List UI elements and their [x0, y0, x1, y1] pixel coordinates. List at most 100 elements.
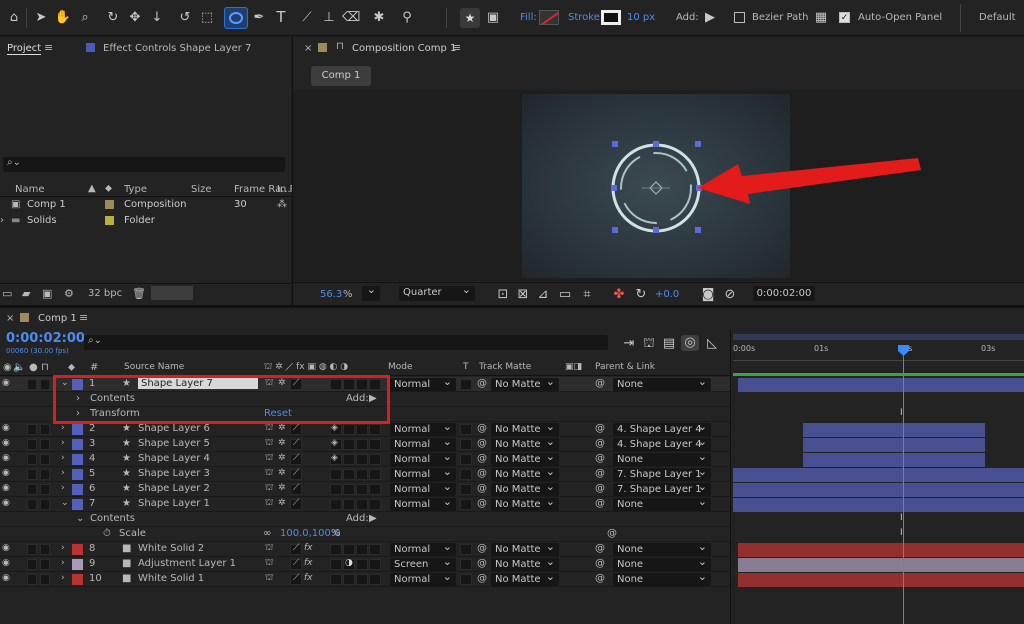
parent-dropdown[interactable]: 4. Shape Layer 4 [613, 420, 711, 436]
fill-swatch[interactable] [539, 10, 559, 25]
lock-switch[interactable] [40, 484, 50, 495]
motion-blur-switch[interactable]: ◑ [343, 558, 355, 570]
collapse-switch-icon[interactable]: ✲ [278, 438, 286, 448]
chevron-right-icon[interactable]: › [61, 573, 65, 583]
preserve-transparency-switch[interactable] [460, 439, 472, 450]
parent-dropdown[interactable]: 7. Shape Layer 1 [613, 480, 711, 496]
label-tag-icon[interactable]: ⬥ [105, 183, 112, 194]
parent-pickwhip-icon[interactable]: @ [595, 423, 605, 434]
visibility-eye-icon[interactable]: ◉ [2, 558, 10, 568]
snapshot-icon[interactable]: ◙ [699, 288, 717, 302]
new-comp-icon[interactable]: ▣ [42, 287, 52, 300]
layer-label-color[interactable] [72, 499, 83, 510]
lock-switch[interactable] [40, 469, 50, 480]
motion-blur-switch[interactable] [343, 424, 355, 435]
motion-blur-switch[interactable] [343, 439, 355, 450]
pickwhip-icon[interactable]: @ [477, 453, 487, 464]
layer-row[interactable]: ◉ › 9 ■ Adjustment Layer 1 ⛫ ⟋ fx ◑ Scre… [0, 555, 730, 572]
layer-name[interactable]: Shape Layer 2 [138, 483, 210, 494]
bpc-button[interactable]: 32 bpc [88, 288, 122, 299]
add-play-icon[interactable]: ▶ [701, 11, 719, 25]
layer-name[interactable]: White Solid 2 [138, 543, 204, 554]
quality-switch[interactable]: ⟋ [290, 558, 302, 570]
zoom-value[interactable]: 56.3 [320, 289, 342, 300]
adjustment-switch[interactable] [356, 559, 368, 570]
fx-icon[interactable]: fx [304, 543, 313, 553]
layer-name[interactable]: Shape Layer 1 [138, 498, 210, 509]
adjustment-switch[interactable] [356, 484, 368, 495]
visibility-eye-icon[interactable]: ◉ [2, 498, 10, 508]
shy-switch-icon[interactable]: ⛫ [265, 498, 273, 509]
layer-row[interactable]: ◉ › 10 ■ White Solid 1 ⛫ ⟋ fx Normal @ N… [0, 570, 730, 587]
timeline-timecode[interactable]: 0:00:02:00 [6, 331, 85, 346]
track-matte-dropdown[interactable]: No Matte [491, 495, 559, 511]
quality-switch[interactable]: ⟋ [290, 453, 302, 465]
project-search-input[interactable]: ⌕⌄ [3, 157, 285, 172]
collapse-switch-icon[interactable]: ✲ [278, 453, 286, 463]
layer-duration-bar[interactable] [733, 468, 1024, 482]
motion-blur-switch[interactable] [343, 484, 355, 495]
audio-icon[interactable]: 🔈 [13, 362, 25, 373]
preserve-transparency-switch[interactable] [460, 424, 472, 435]
flowchart-icon[interactable]: ⁂ [277, 199, 287, 210]
fast-previews-icon[interactable]: ⊡ [494, 288, 512, 302]
preserve-transparency-switch[interactable] [460, 484, 472, 495]
frame-blend-switch[interactable]: ◈ [330, 453, 342, 465]
close-icon[interactable]: × [304, 43, 312, 54]
lock-switch[interactable] [40, 574, 50, 585]
parent-dropdown[interactable]: None [613, 540, 711, 556]
visibility-eye-icon[interactable]: ◉ [2, 483, 10, 493]
lock-icon[interactable]: ⊓ [336, 41, 344, 52]
tab-effect-controls[interactable]: Effect Controls Shape Layer 7 [103, 43, 251, 54]
contents-label[interactable]: Contents [90, 513, 135, 524]
adjustment-switch[interactable] [356, 454, 368, 465]
blend-mode-dropdown[interactable]: Normal [390, 375, 456, 391]
quality-switch[interactable]: ⟋ [290, 543, 302, 555]
shy-switch-icon[interactable]: ⛫ [265, 543, 273, 554]
solo-switch[interactable] [27, 499, 37, 510]
collapse-switch-icon[interactable]: ✲ [278, 468, 286, 478]
visibility-eye-icon[interactable]: ◉ [2, 468, 10, 478]
adjustment-switch[interactable] [356, 499, 368, 510]
layer-label-color[interactable] [72, 424, 83, 435]
collapse-switch-icon[interactable]: ✲ [278, 498, 286, 508]
eraser-tool-icon[interactable]: ⌫ [342, 11, 360, 25]
region-of-interest-icon[interactable]: ▭ [556, 288, 574, 302]
frame-blend-switch[interactable]: ◈ [330, 438, 342, 450]
quality-switch[interactable]: ⟋ [290, 498, 302, 510]
quality-switch[interactable]: ⟋ [290, 483, 302, 495]
frame-blend-switch[interactable]: ◈ [330, 423, 342, 435]
motion-blur-switch[interactable] [343, 469, 355, 480]
visibility-eye-icon[interactable]: ◉ [2, 438, 10, 448]
preserve-transparency-switch[interactable] [460, 469, 472, 480]
comp-timecode[interactable]: 0:00:02:00 [753, 286, 815, 301]
expression-pickwhip-icon[interactable]: @ [607, 528, 617, 539]
frame-blend-switch[interactable] [330, 484, 342, 495]
solo-switch[interactable] [27, 484, 37, 495]
bezier-checkbox[interactable] [734, 12, 745, 23]
lock-switch[interactable] [40, 544, 50, 555]
exposure-value[interactable]: +0.0 [655, 289, 679, 300]
preserve-transparency-switch[interactable] [460, 559, 472, 570]
parent-pickwhip-icon[interactable]: @ [595, 498, 605, 509]
parent-dropdown[interactable]: None [613, 375, 711, 391]
layer-duration-bar[interactable] [803, 423, 985, 437]
layer-row[interactable]: ◉ › 6 ★ Shape Layer 2 ⛫ ✲ ⟋ Normal @ No … [0, 480, 730, 497]
current-time-indicator[interactable] [903, 346, 904, 624]
graph-editor-icon[interactable]: ◺ [703, 337, 721, 351]
type-tool-icon[interactable]: T [272, 10, 290, 25]
adjustment-switch[interactable] [356, 469, 368, 480]
motion-blur-switch[interactable] [343, 544, 355, 555]
grid-guides-icon[interactable]: ⌗ [578, 288, 596, 302]
layer-label-color[interactable] [72, 574, 83, 585]
layer-label-color[interactable] [72, 544, 83, 555]
chevron-right-icon[interactable]: › [61, 438, 65, 448]
layer-duration-bar[interactable] [738, 558, 1024, 572]
pickwhip-icon[interactable]: @ [477, 543, 487, 554]
3d-switch[interactable] [369, 469, 381, 480]
layer-label-color[interactable] [72, 559, 83, 570]
pickwhip-icon[interactable]: @ [477, 378, 487, 389]
pickwhip-icon[interactable]: @ [477, 423, 487, 434]
property-row[interactable]: ⏱ Scale ∞ 100.0,100.0 % @ [0, 527, 730, 542]
chevron-right-icon[interactable]: › [61, 423, 65, 433]
